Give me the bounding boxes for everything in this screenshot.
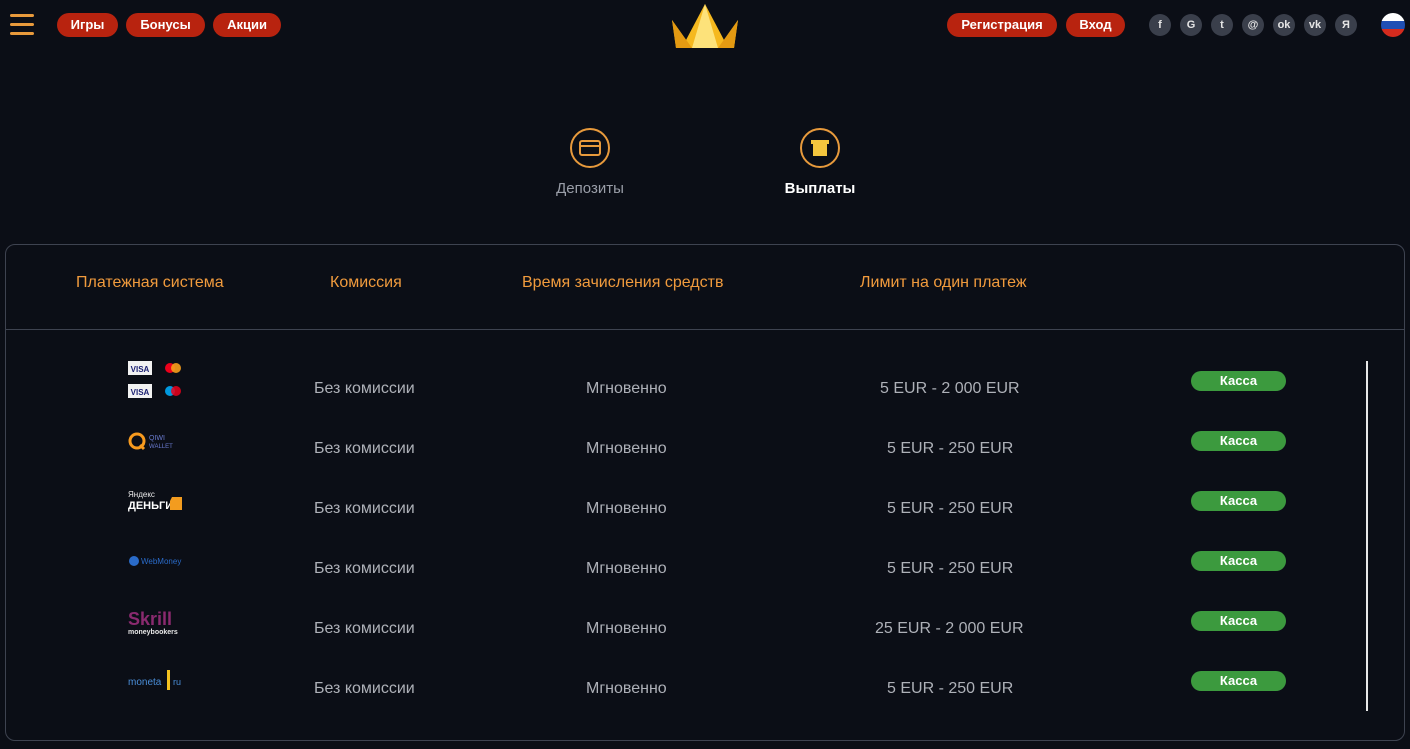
table-row: QIWI WALLET Без комиссии Мгновенно 5 EUR… — [6, 420, 1366, 480]
nav-bonuses-button[interactable]: Бонусы — [126, 13, 205, 37]
skrill-logo: Skrill moneybookers — [126, 600, 188, 644]
svg-text:VISA: VISA — [131, 388, 150, 397]
commission-value: Без комиссии — [314, 620, 415, 637]
table-row: Skrill moneybookers 25 EUR - 2 000 EUR Б… — [6, 600, 1366, 660]
cashier-button[interactable]: Касса — [1191, 491, 1286, 511]
time-value: Мгновенно — [586, 680, 667, 697]
commission-value: Без комиссии — [314, 560, 415, 577]
nav-games-button[interactable]: Игры — [57, 13, 118, 37]
time-value: Мгновенно — [586, 620, 667, 637]
yandex-icon[interactable]: Я — [1335, 14, 1357, 36]
crown-logo-icon[interactable] — [670, 2, 740, 50]
visa-mastercard-logo: VISA VISA — [126, 360, 188, 404]
vk-icon[interactable]: vk — [1304, 14, 1326, 36]
svg-text:Skrill: Skrill — [128, 609, 172, 629]
limit-value: 5 EUR - 2 000 EUR — [880, 380, 1020, 397]
time-value: Мгновенно — [586, 440, 667, 457]
svg-text:moneta: moneta — [128, 677, 162, 688]
limit-value: 5 EUR - 250 EUR — [887, 440, 1014, 457]
register-button[interactable]: Регистрация — [947, 13, 1057, 37]
moneta-ru-logo: moneta ru — [126, 660, 188, 704]
commission-value: Без комиссии — [314, 500, 415, 517]
svg-text:QIWI: QIWI — [149, 435, 165, 442]
svg-text:VISA: VISA — [131, 365, 150, 374]
svg-text:ДЕНЬГИ: ДЕНЬГИ — [128, 500, 173, 512]
header-limit: Лимит на один платеж — [860, 274, 1027, 291]
payment-methods-table: Платежная система Комиссия Время зачисле… — [5, 244, 1405, 741]
header-commission: Комиссия — [330, 274, 402, 291]
wallet-icon — [800, 128, 840, 168]
top-bar: Игры Бонусы Акции Регистрация Вход f G t… — [0, 0, 1410, 50]
tab-deposits-label: Депозиты — [556, 180, 624, 197]
svg-text:ru: ru — [173, 677, 181, 687]
limit-value: 5 EUR - 250 EUR — [887, 560, 1014, 577]
nav-promotions-button[interactable]: Акции — [213, 13, 281, 37]
cashier-button[interactable]: Касса — [1191, 431, 1286, 451]
commission-value: Без комиссии — [314, 680, 415, 697]
svg-text:WebMoney: WebMoney — [141, 557, 181, 566]
cashier-button[interactable]: Касса — [1191, 551, 1286, 571]
svg-text:moneybookers: moneybookers — [128, 629, 178, 636]
cashier-button[interactable]: Касса — [1191, 611, 1286, 631]
google-icon[interactable]: G — [1180, 14, 1202, 36]
yandex-money-logo: Яндекс ДЕНЬГИ — [126, 480, 188, 524]
svg-text:Яндекс: Яндекс — [128, 490, 155, 499]
table-row: Яндекс ДЕНЬГИ Без комиссии Мгновенно 5 E… — [6, 480, 1366, 540]
table-header: Платежная система Комиссия Время зачисле… — [6, 245, 1404, 330]
header-payment-system: Платежная система — [76, 274, 224, 291]
facebook-icon[interactable]: f — [1149, 14, 1171, 36]
odnoklassniki-icon[interactable]: ok — [1273, 14, 1295, 36]
cashier-button[interactable]: Касса — [1191, 371, 1286, 391]
mail-ru-icon[interactable]: @ — [1242, 14, 1264, 36]
webmoney-logo: WebMoney — [126, 540, 188, 584]
time-value: Мгновенно — [586, 380, 667, 397]
tab-payouts[interactable]: Выплаты — [760, 128, 880, 197]
menu-icon[interactable] — [10, 14, 34, 36]
qiwi-wallet-logo: QIWI WALLET — [126, 420, 188, 464]
twitter-icon[interactable]: t — [1211, 14, 1233, 36]
commission-value: Без комиссии — [314, 380, 415, 397]
svg-text:WALLET: WALLET — [149, 444, 173, 450]
limit-value: 5 EUR - 250 EUR — [887, 680, 1014, 697]
table-scrollbar[interactable] — [1366, 361, 1368, 711]
time-value: Мгновенно — [586, 500, 667, 517]
login-button[interactable]: Вход — [1066, 13, 1125, 37]
time-value: Мгновенно — [586, 560, 667, 577]
ru-flag-icon[interactable] — [1381, 13, 1405, 37]
card-icon — [570, 128, 610, 168]
tab-deposits[interactable]: Депозиты — [530, 128, 650, 197]
tab-payouts-label: Выплаты — [784, 180, 856, 197]
header-processing-time: Время зачисления средств — [522, 274, 724, 291]
limit-value: 25 EUR - 2 000 EUR — [875, 620, 1024, 637]
table-row: WebMoney Без комиссии Мгновенно 5 EUR - … — [6, 540, 1366, 600]
limit-value: 5 EUR - 250 EUR — [887, 500, 1014, 517]
cashier-button[interactable]: Касса — [1191, 671, 1286, 691]
table-row: VISA VISA Без комиссии Мгновенно 5 EUR -… — [6, 360, 1366, 420]
table-row: moneta ru Без комиссии Мгновенно 5 EUR -… — [6, 660, 1366, 720]
commission-value: Без комиссии — [314, 440, 415, 457]
